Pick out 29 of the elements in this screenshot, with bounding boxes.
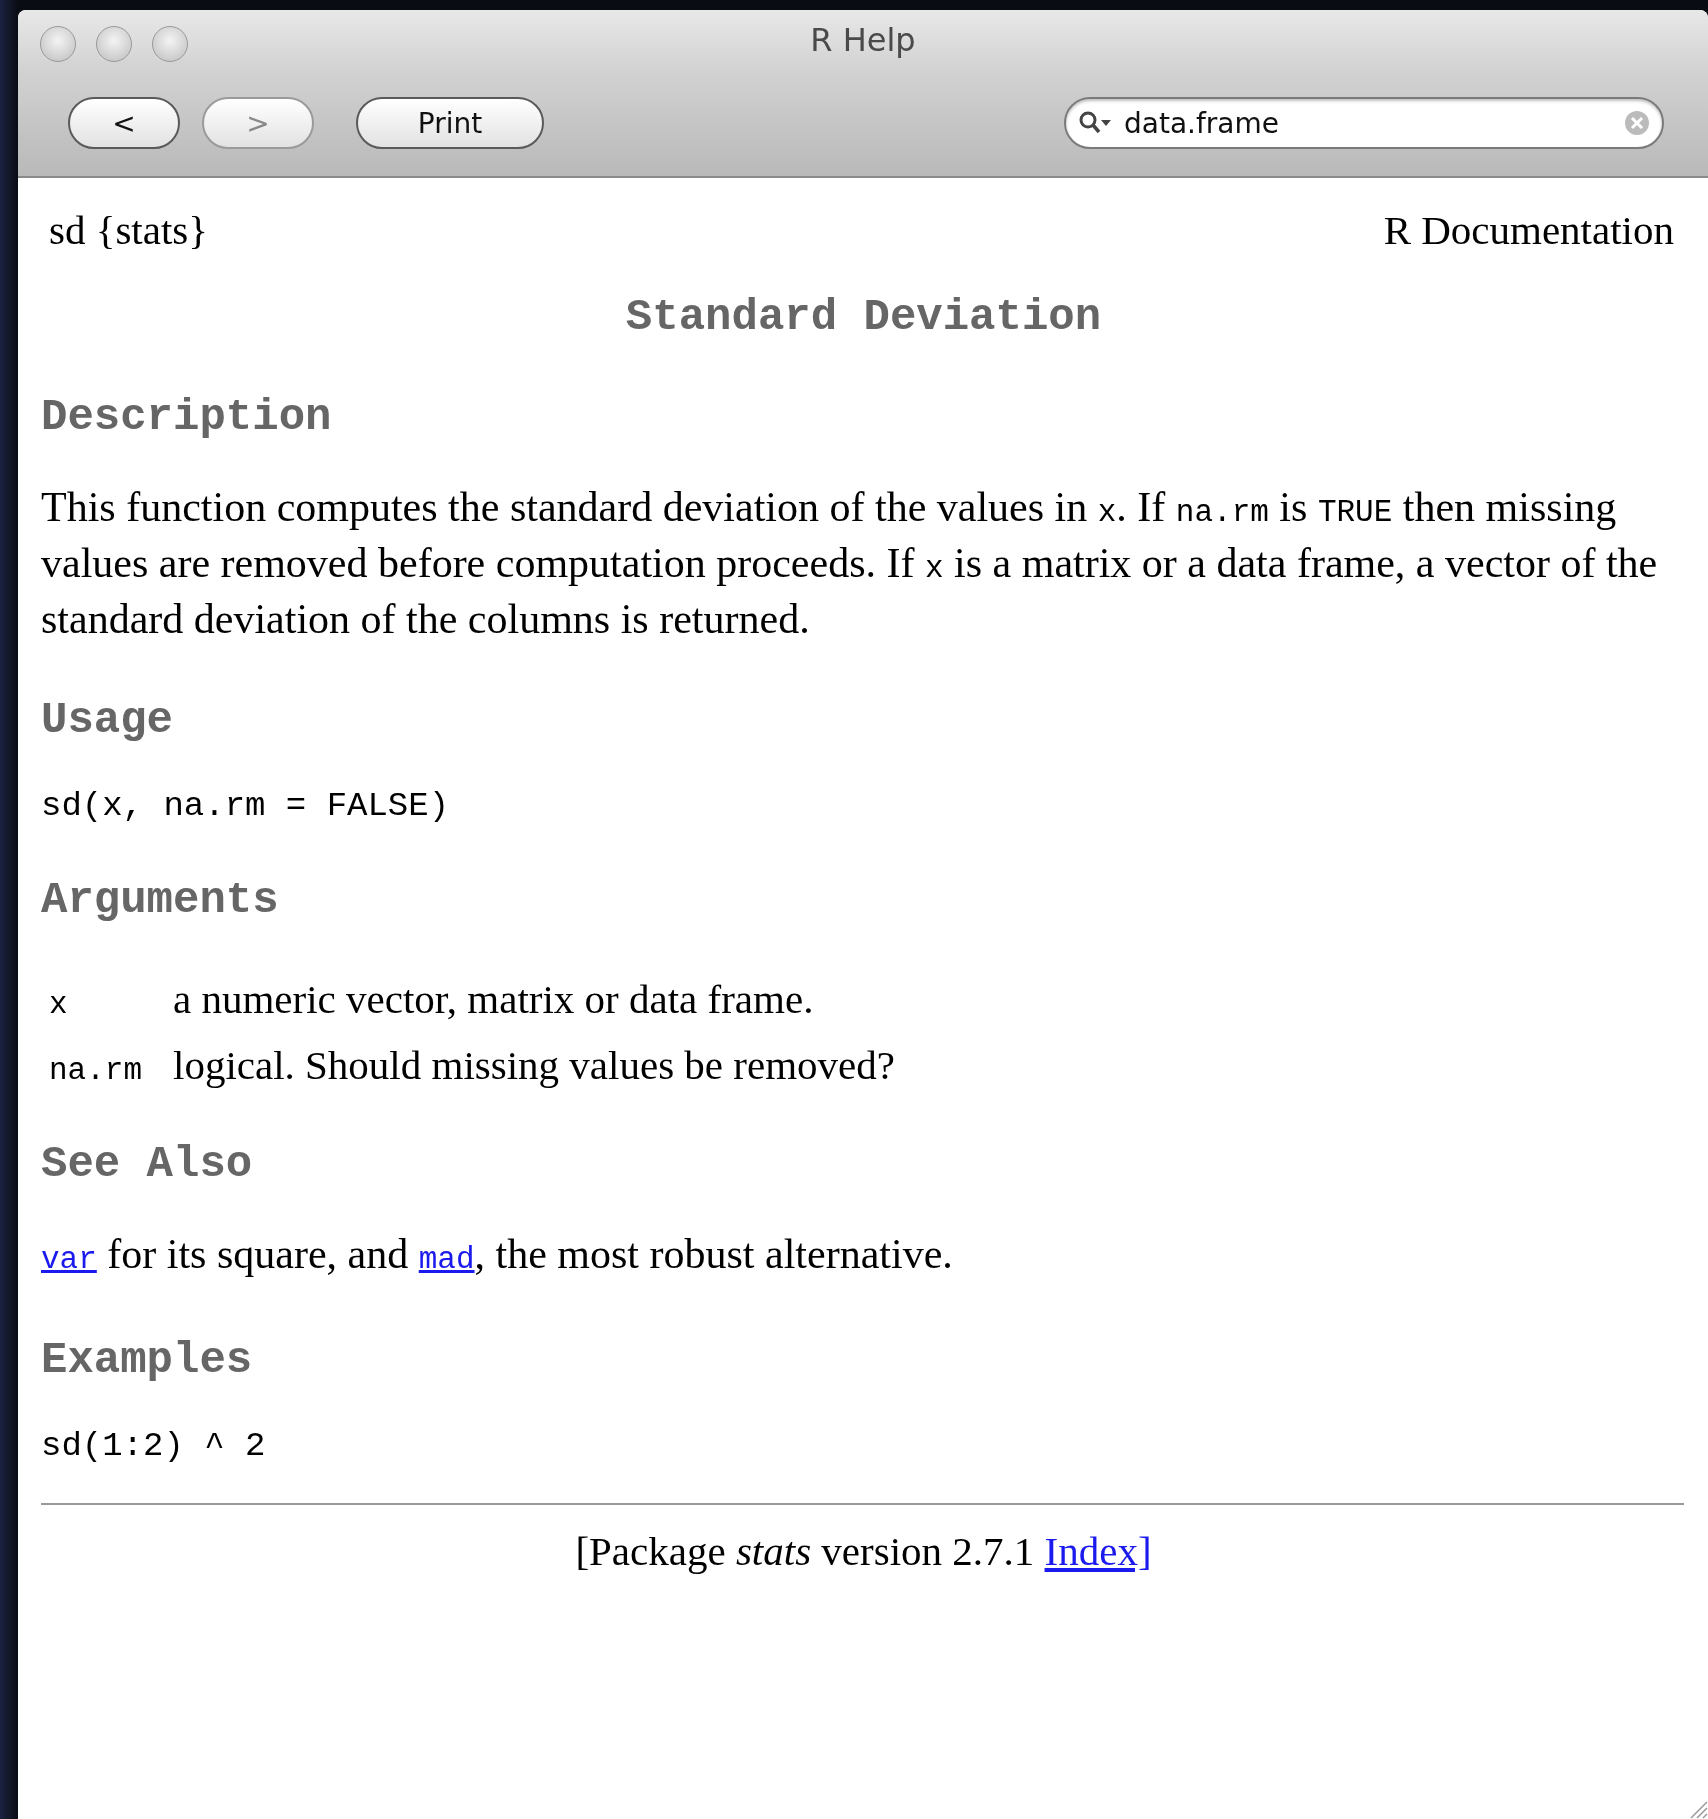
code-line: sd(1:2) ^ 2 (41, 1427, 267, 1465)
section-heading: Description (41, 392, 333, 442)
link[interactable]: var (41, 1242, 97, 1277)
clear-icon[interactable] (1624, 110, 1650, 136)
window-control-icon[interactable] (96, 26, 132, 62)
link[interactable]: Index] (1044, 1528, 1152, 1574)
back-button[interactable]: < (68, 97, 180, 149)
paragraph: var for its square, and mad, the most robust alternative. (41, 1230, 954, 1279)
argument-name: na.rm (49, 1053, 143, 1088)
argument-name: x (49, 987, 69, 1022)
link[interactable]: mad (418, 1242, 475, 1277)
page-title: Standard Deviation (624, 292, 1103, 342)
window-control-icon[interactable] (40, 26, 76, 62)
topic-label: sd {stats} (49, 206, 208, 254)
search-icon (1078, 110, 1112, 136)
print-button[interactable]: Print (356, 97, 544, 149)
section-heading: Arguments (41, 875, 280, 925)
documentation-label: R Documentation (1383, 206, 1674, 254)
footer-text: [Package stats version 2.7.1 Index] (574, 1527, 1153, 1575)
argument-description: a numeric vector, matrix or data frame. (173, 975, 814, 1023)
section-heading: Examples (41, 1335, 254, 1385)
search-field[interactable]: data.frame (1064, 97, 1664, 149)
section-heading: Usage (41, 695, 175, 745)
argument-description: logical. Should missing values be removed? (173, 1041, 895, 1089)
paragraph: This function computes the standard deviation of the values in x. If na.rm is TRUE then missing values are removed before computation proceeds. If x is a matrix or a data frame, a vector of the standard deviation of the columns is returned. (41, 483, 1659, 644)
section-heading: See Also (41, 1139, 254, 1189)
code-line: sd(x, na.rm = FALSE) (41, 787, 451, 825)
window-title: R Help (810, 21, 916, 59)
window-control-icon[interactable] (152, 26, 188, 62)
